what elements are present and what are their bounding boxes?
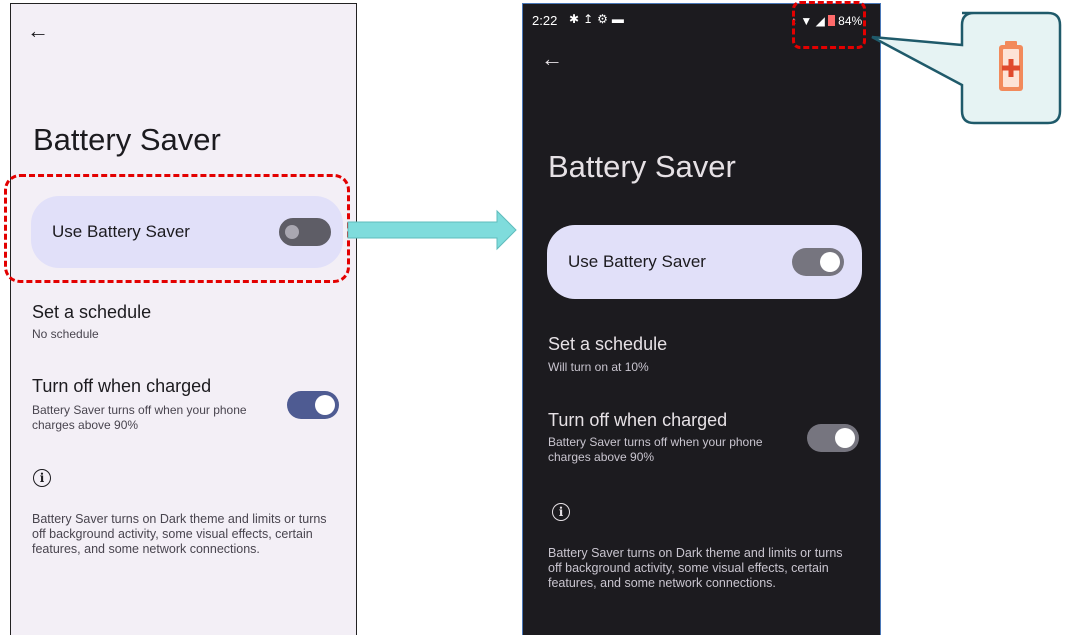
upload-icon: ↥ xyxy=(583,12,598,26)
info-icon: i xyxy=(552,503,570,521)
dark-mode-screen: 2:22 ✱↥⚙▬ ↕ ▼ ◢ 84% ← Battery Saver Use … xyxy=(522,3,881,635)
use-battery-saver-label: Use Battery Saver xyxy=(568,252,706,271)
battery-callout xyxy=(871,11,1062,125)
page-title: Battery Saver xyxy=(548,149,736,184)
turn-off-when-charged-toggle[interactable] xyxy=(807,424,859,452)
turn-off-when-charged-toggle[interactable] xyxy=(287,391,339,419)
set-schedule-title[interactable]: Set a schedule xyxy=(32,302,151,323)
toggle-knob xyxy=(315,395,335,415)
toggle-knob xyxy=(835,428,855,448)
footer-description: Battery Saver turns on Dark theme and li… xyxy=(32,512,327,556)
back-arrow-icon[interactable]: ← xyxy=(541,48,563,70)
footer-description: Battery Saver turns on Dark theme and li… xyxy=(548,546,843,590)
back-arrow-icon[interactable]: ← xyxy=(27,20,49,42)
turn-off-when-charged-title[interactable]: Turn off when charged xyxy=(32,376,211,397)
turn-off-when-charged-title[interactable]: Turn off when charged xyxy=(548,410,727,431)
turn-off-when-charged-subtitle: Battery Saver turns off when your phone … xyxy=(548,435,763,464)
status-time: 2:22 xyxy=(532,13,558,28)
battery-status-highlight xyxy=(792,1,866,49)
use-battery-saver-card[interactable]: Use Battery Saver xyxy=(547,225,862,299)
battery-saver-icon xyxy=(999,41,1023,91)
toggle-knob xyxy=(820,252,840,272)
info-icon: i xyxy=(33,469,51,487)
notification-icon: ▬ xyxy=(611,12,628,26)
page-title: Battery Saver xyxy=(33,122,221,157)
settings-icon: ⚙ xyxy=(597,12,612,26)
use-battery-saver-highlight xyxy=(4,174,350,283)
set-schedule-subtitle: Will turn on at 10% xyxy=(548,360,649,374)
light-mode-screen: ← Battery Saver Use Battery Saver Set a … xyxy=(10,3,357,635)
transition-arrow xyxy=(347,209,517,251)
gear-icon: ✱ xyxy=(569,12,584,26)
turn-off-when-charged-subtitle: Battery Saver turns off when your phone … xyxy=(32,403,247,432)
use-battery-saver-toggle[interactable] xyxy=(792,248,844,276)
set-schedule-title[interactable]: Set a schedule xyxy=(548,334,667,355)
set-schedule-subtitle: No schedule xyxy=(32,327,99,341)
status-notification-icons: ✱↥⚙▬ xyxy=(569,12,628,26)
